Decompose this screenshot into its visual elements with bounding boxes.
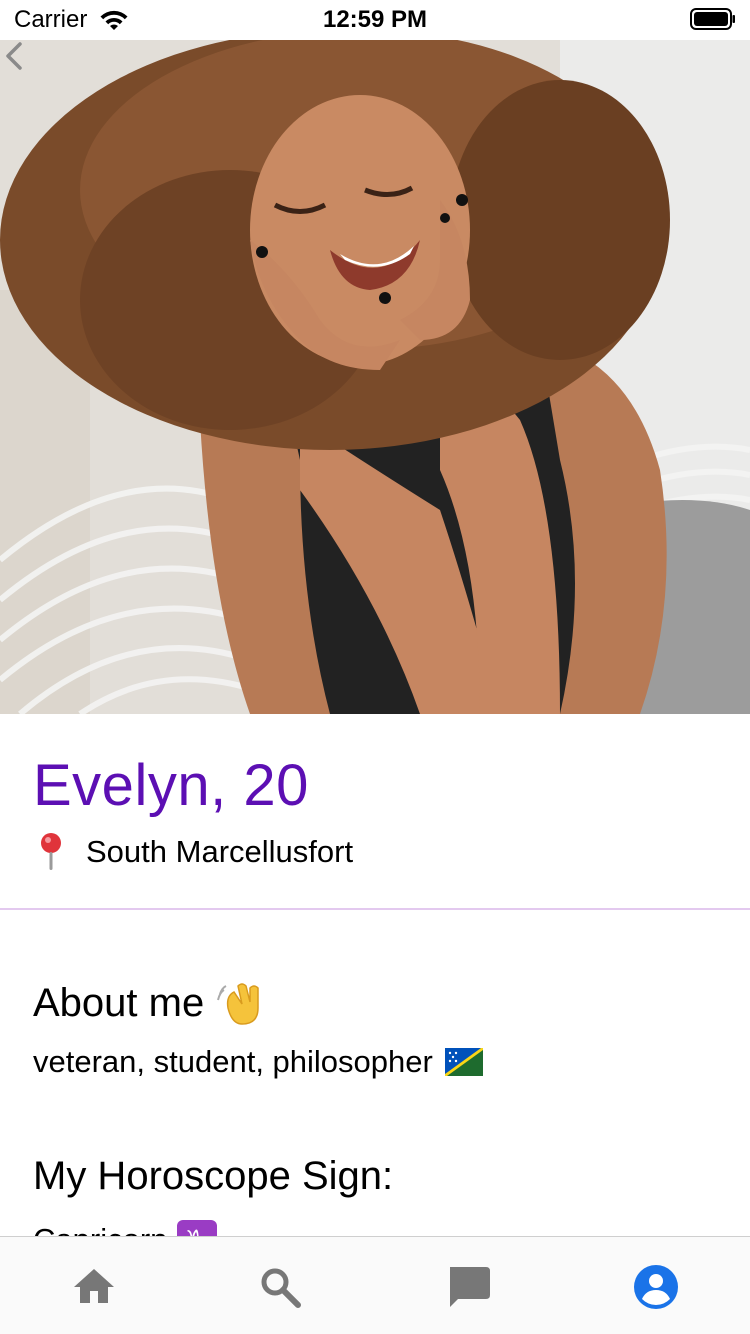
section-divider <box>0 908 750 910</box>
about-me-heading: About me <box>33 978 266 1028</box>
chat-icon[interactable] <box>444 1263 492 1311</box>
about-me-description: veteran, student, philosopher <box>33 1044 433 1079</box>
location-label: South Marcellusfort <box>86 834 354 869</box>
waving-hand-icon <box>217 983 259 1025</box>
home-icon[interactable] <box>70 1263 118 1311</box>
profile-location: South Marcellusfort <box>36 832 353 872</box>
profile-photo[interactable] <box>0 40 750 714</box>
about-me-text: veteran, student, philosopher <box>33 1044 483 1080</box>
profile-name-age: Evelyn, 20 <box>33 753 309 818</box>
search-icon[interactable] <box>256 1263 304 1311</box>
account-circle-icon[interactable] <box>632 1263 680 1311</box>
map-pin-icon <box>41 833 61 870</box>
about-me-title: About me <box>33 980 205 1025</box>
profile-screen: Carrier 12:59 PM Evelyn, 20 South Marcel… <box>0 0 750 1334</box>
horoscope-heading: My Horoscope Sign: <box>33 1154 394 1198</box>
status-bar: Carrier 12:59 PM <box>0 0 750 40</box>
battery-icon <box>690 8 735 30</box>
solomon-islands-flag-icon <box>444 1048 483 1076</box>
back-chevron-icon[interactable] <box>0 40 28 72</box>
profile-photo-illustration <box>0 40 750 714</box>
bottom-tab-bar <box>0 1236 750 1334</box>
clock: 12:59 PM <box>322 6 428 33</box>
